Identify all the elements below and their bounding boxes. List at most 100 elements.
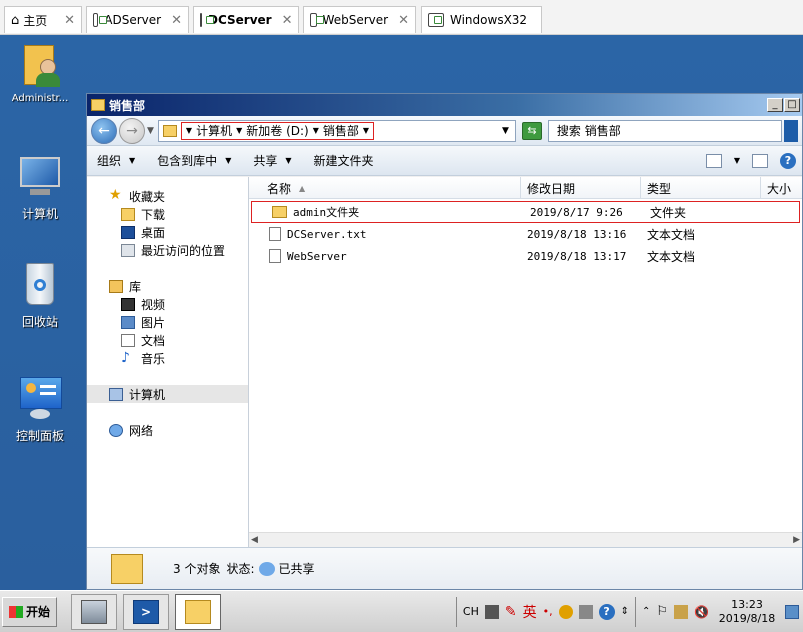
back-button[interactable]: ← — [91, 117, 117, 144]
tab-home[interactable]: ⌂ 主页 ✕ — [4, 6, 82, 33]
scroll-left-icon[interactable]: ◀ — [251, 535, 258, 545]
close-icon[interactable]: ✕ — [272, 13, 293, 28]
nav-libraries[interactable]: 库 — [87, 277, 248, 295]
breadcrumb-sales[interactable]: 销售部 — [323, 122, 359, 139]
ime-mode[interactable]: 英 — [523, 602, 537, 622]
command-label: 新建文件夹 — [313, 154, 374, 168]
softkeyboard-icon[interactable] — [578, 604, 593, 619]
explorer-window: 销售部 _ □ ← → ▼ ▼ 计算机 ▼ 新加卷 (D:) ▼ 销售部 ▼ ▼… — [86, 93, 803, 590]
tab-adserver[interactable]: ADServer ✕ — [86, 6, 189, 33]
column-name[interactable]: 名称 ▲ — [249, 177, 521, 199]
include-in-library-button[interactable]: 包含到库中 ▼ — [157, 152, 231, 169]
nav-item-recent-places[interactable]: 最近访问的位置 — [87, 241, 248, 259]
tab-webserver[interactable]: WebServer ✕ — [303, 6, 416, 33]
refresh-button[interactable]: ⇆ — [521, 121, 542, 140]
nav-item-documents[interactable]: 文档 — [87, 331, 248, 349]
command-label: 包含到库中 — [157, 154, 218, 168]
vm-icon — [428, 13, 444, 27]
new-folder-button[interactable]: 新建文件夹 — [314, 152, 374, 169]
navigation-pane: ★ 收藏夹 下载 桌面 最近访问的位置 库 视频 图片 文档 ♪ 音乐 计算机 … — [87, 177, 249, 549]
scroll-right-icon[interactable]: ▶ — [793, 535, 800, 545]
list-item[interactable]: DCServer.txt 2019/8/18 13:16 文本文档 — [249, 223, 802, 245]
organize-button[interactable]: 组织 ▼ — [97, 152, 135, 169]
close-icon[interactable]: ✕ — [54, 13, 75, 28]
desktop-icon-recycle-bin[interactable]: 回收站 — [0, 261, 80, 330]
search-input[interactable]: 搜索 销售部 — [547, 119, 782, 142]
clock-time: 13:23 — [731, 597, 763, 611]
view-options-icon[interactable] — [705, 153, 722, 168]
nav-item-music[interactable]: ♪ 音乐 — [87, 349, 248, 367]
nav-item-pictures[interactable]: 图片 — [87, 313, 248, 331]
list-item[interactable]: WebServer 2019/8/18 13:17 文本文档 — [249, 245, 802, 267]
command-label: 组织 — [97, 154, 122, 168]
action-center-flag-icon[interactable]: ⚐ — [656, 604, 668, 619]
search-icon[interactable] — [784, 119, 798, 142]
column-date[interactable]: 修改日期 — [521, 177, 641, 199]
options-icon[interactable]: ⇕ — [621, 606, 629, 617]
close-icon[interactable]: ✕ — [388, 13, 409, 28]
column-size[interactable]: 大小 — [761, 177, 802, 199]
breadcrumb-computer[interactable]: 计算机 — [196, 122, 232, 139]
nav-item-videos[interactable]: 视频 — [87, 295, 248, 313]
refresh-icon: ⇆ — [527, 123, 537, 137]
preview-pane-icon[interactable] — [752, 153, 768, 168]
library-icon — [109, 279, 123, 293]
status-value: 已共享 — [278, 562, 315, 576]
show-desktop-icon[interactable] — [785, 604, 799, 619]
address-history-dropdown[interactable]: ▼ — [502, 126, 509, 136]
server-manager-icon — [81, 599, 108, 624]
chevron-down-icon[interactable]: ▼ — [313, 126, 319, 135]
tab-dcserver[interactable]: DCServer ✕ — [193, 6, 299, 33]
desktop-icon-label: 控制面板 — [15, 429, 64, 443]
keyboard-icon[interactable] — [484, 604, 499, 619]
start-button[interactable]: 开始 — [2, 596, 58, 627]
nav-label: 桌面 — [141, 225, 166, 240]
list-item[interactable]: admin文件夹 2019/8/17 9:26 文件夹 — [251, 201, 800, 223]
help-icon[interactable]: ? — [598, 603, 615, 620]
document-icon — [121, 333, 135, 347]
desktop-icon-computer[interactable]: 计算机 — [0, 153, 80, 222]
chevron-down-icon[interactable]: ▼ — [186, 126, 192, 135]
column-type[interactable]: 类型 — [641, 177, 761, 199]
control-panel-icon — [18, 375, 62, 423]
forward-button[interactable]: → — [119, 117, 145, 144]
help-icon[interactable]: ? — [780, 152, 796, 169]
window-title: 销售部 — [109, 98, 146, 113]
chevron-up-icon[interactable]: ⌃ — [642, 606, 650, 617]
taskbar-powershell[interactable]: > — [123, 593, 170, 630]
nav-item-desktop[interactable]: 桌面 — [87, 223, 248, 241]
language-indicator[interactable]: CH — [463, 605, 479, 618]
nav-computer[interactable]: 计算机 — [87, 385, 248, 403]
nav-label: 计算机 — [129, 387, 166, 402]
close-icon[interactable]: ✕ — [161, 13, 182, 28]
recent-pages-dropdown[interactable]: ▼ — [147, 126, 154, 136]
chevron-down-icon[interactable]: ▼ — [363, 126, 369, 135]
minimize-button[interactable]: _ — [767, 98, 783, 112]
taskbar-explorer[interactable] — [175, 593, 222, 630]
maximize-button[interactable]: □ — [784, 98, 800, 112]
ime-icon[interactable]: ✎ — [505, 604, 517, 620]
chevron-down-icon[interactable]: ▼ — [734, 156, 740, 165]
text-file-icon — [269, 249, 281, 263]
desktop-icon-label: Administr... — [11, 93, 69, 104]
taskbar-server-manager[interactable] — [71, 593, 118, 630]
settings-icon[interactable] — [558, 604, 573, 619]
chevron-down-icon[interactable]: ▼ — [236, 126, 242, 135]
nav-item-downloads[interactable]: 下载 — [87, 205, 248, 223]
desktop-icon-control-panel[interactable]: 控制面板 — [0, 375, 80, 444]
address-bar[interactable]: ▼ 计算机 ▼ 新加卷 (D:) ▼ 销售部 ▼ ▼ — [157, 119, 516, 142]
clock[interactable]: 13:23 2019/8/18 — [715, 598, 779, 626]
share-button[interactable]: 共享 ▼ — [253, 152, 291, 169]
nav-favorites[interactable]: ★ 收藏夹 — [87, 187, 248, 205]
file-name: DCServer.txt — [287, 227, 367, 241]
folder-icon — [162, 124, 177, 137]
window-titlebar[interactable]: 销售部 _ □ — [87, 94, 802, 116]
desktop-icon-administrator[interactable]: Administr... — [0, 41, 80, 104]
breadcrumb-drive-d[interactable]: 新加卷 (D:) — [246, 122, 308, 139]
tab-windowsx32[interactable]: WindowsX32 — [421, 6, 542, 33]
network-status-icon[interactable] — [674, 604, 689, 619]
powershell-icon: > — [133, 599, 160, 624]
volume-muted-icon[interactable]: 🔇 — [694, 605, 709, 619]
nav-network[interactable]: 网络 — [87, 421, 248, 439]
punctuation-icon[interactable]: •, — [543, 605, 553, 618]
